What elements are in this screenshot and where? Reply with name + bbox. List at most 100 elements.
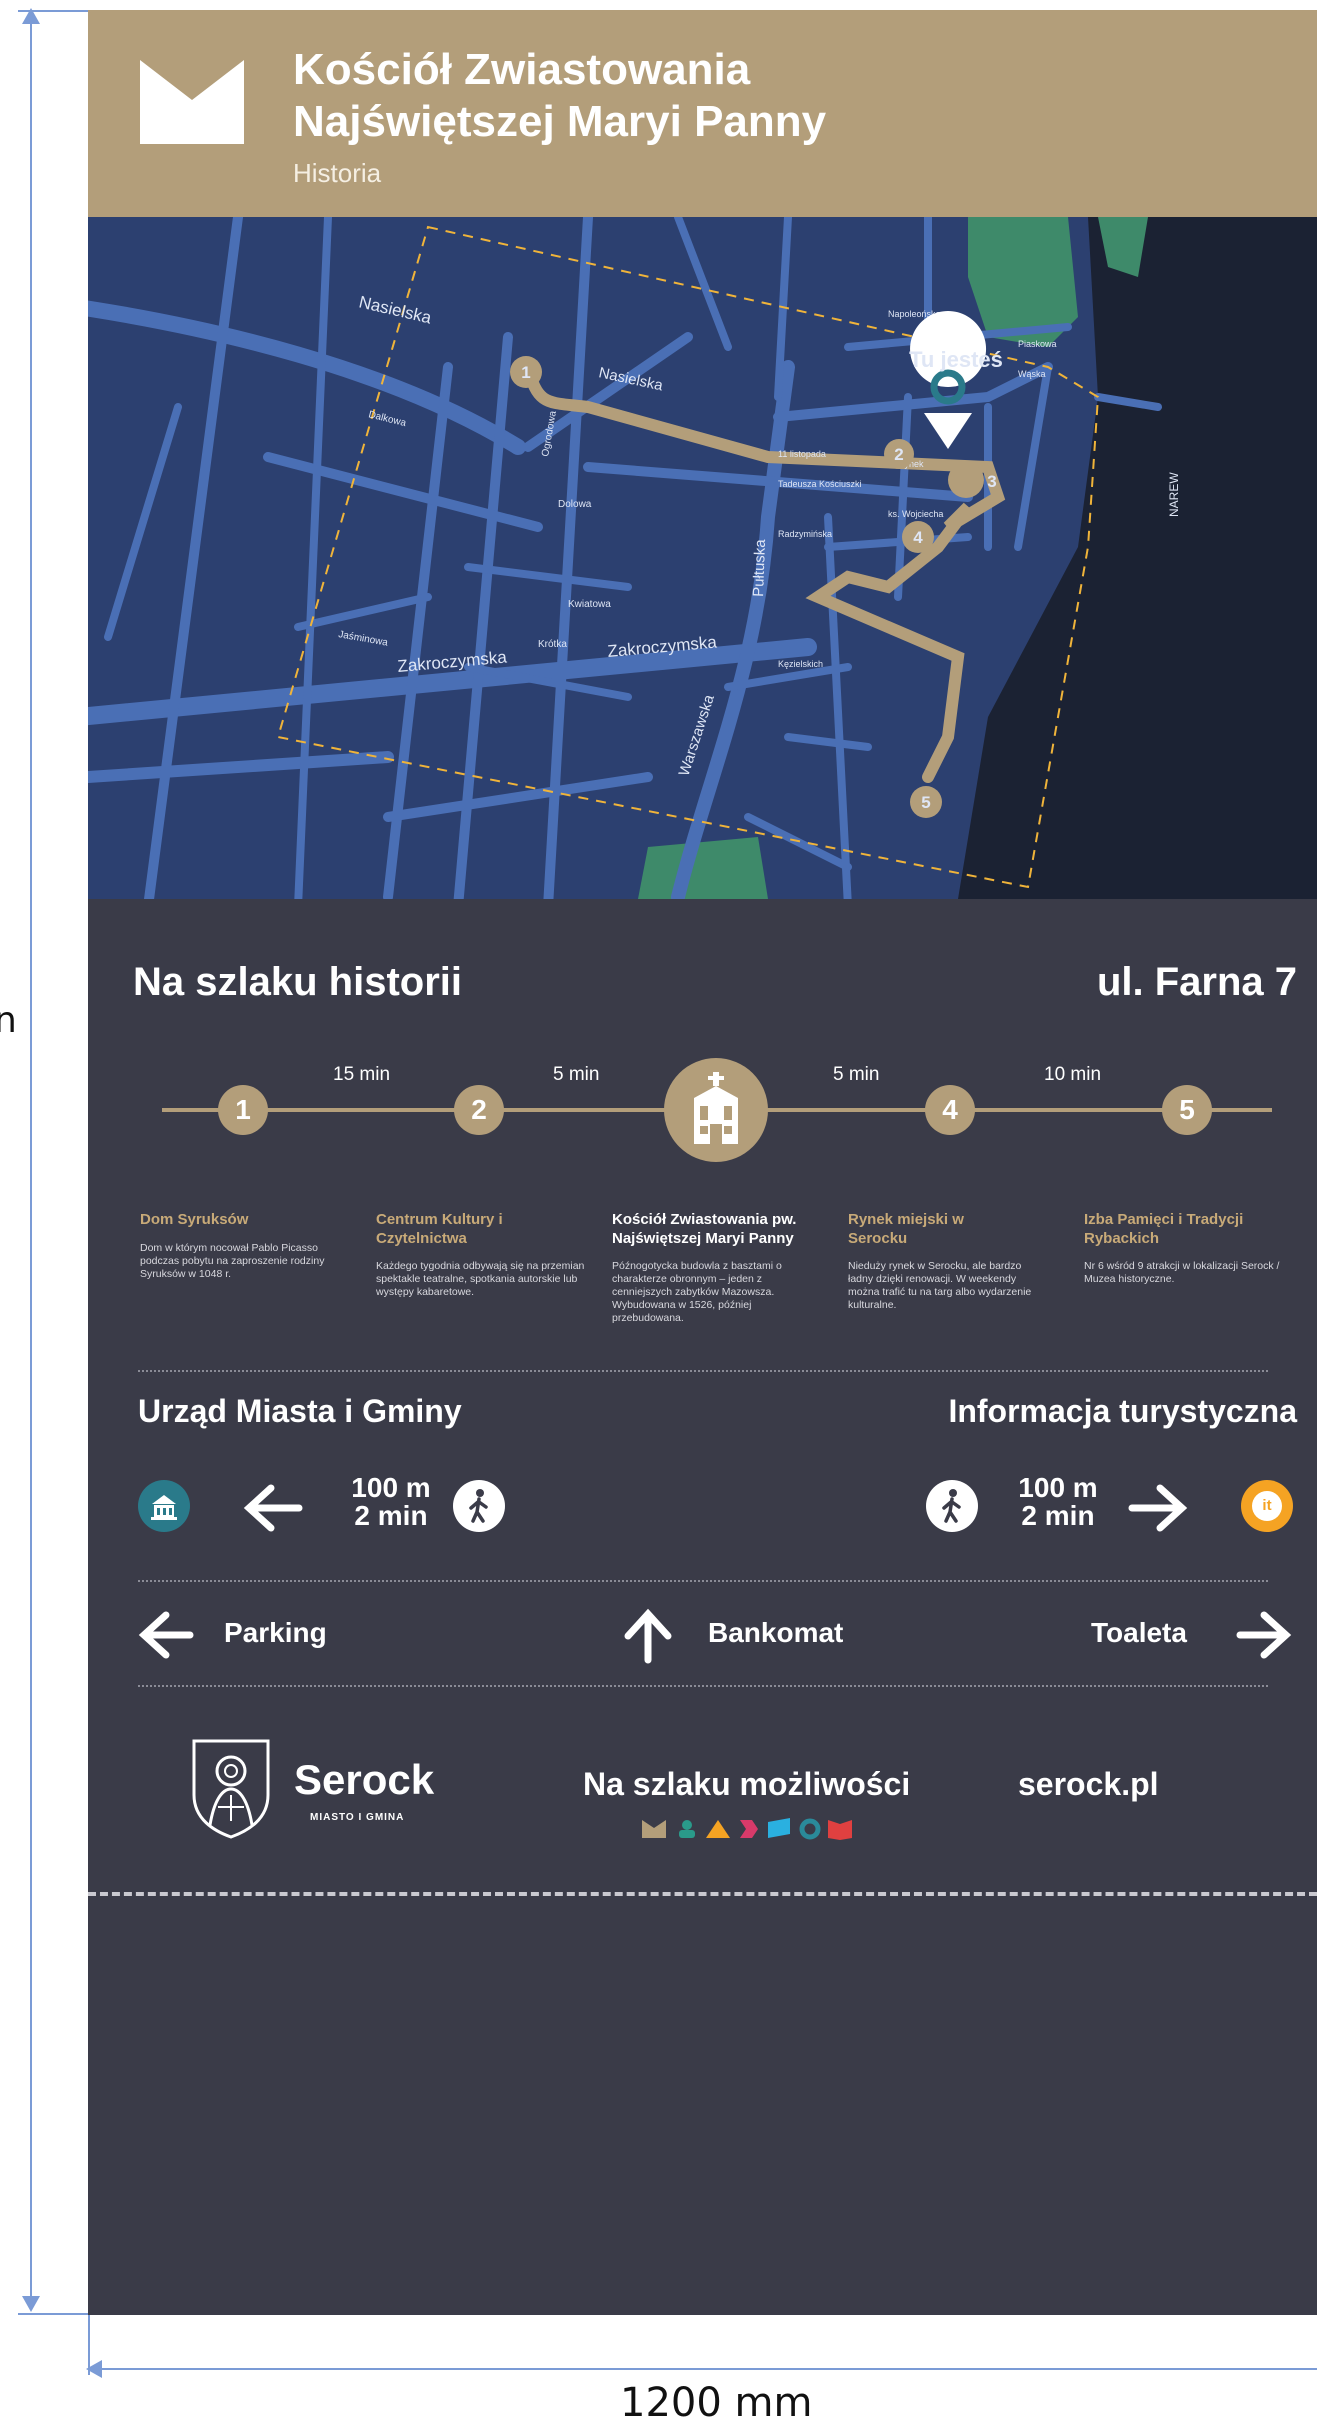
time-label: 5 min [833, 1064, 880, 1085]
website[interactable]: serock.pl [1018, 1766, 1159, 1803]
m-logo-icon [140, 60, 244, 144]
brand-name: Serock [294, 1756, 435, 1803]
trail-node-2: 2 [454, 1085, 504, 1135]
tent-icon [706, 1820, 730, 1838]
slogan-icons [642, 1818, 852, 1840]
route-marker-label: 5 [921, 793, 930, 812]
divider [138, 1580, 1268, 1582]
chevron-icon [740, 1820, 758, 1838]
church-icon [694, 1072, 738, 1144]
river-label: NAREW [1167, 472, 1181, 517]
time-label: 10 min [1044, 1064, 1102, 1085]
trail-address: ul. Farna 7 [1096, 960, 1297, 1004]
location-pin-icon [910, 311, 987, 449]
street-line [464, 563, 632, 591]
street-label: Piaskowa [1018, 339, 1057, 349]
slogan: Na szlaku możliwości [583, 1766, 911, 1802]
street-line [784, 733, 872, 751]
m-icon [642, 1820, 666, 1838]
atm-label: Bankomat [708, 1617, 844, 1648]
stop-title: Kościół Zwiastowania pw. Najświętszej Ma… [612, 1211, 797, 1247]
tourist-info-icon: it [1241, 1480, 1293, 1532]
urzad-title: Urząd Miasta i Gminy [138, 1393, 462, 1429]
route-marker-label: 3 [987, 472, 996, 491]
stop-title: Izba Pamięci i Tradycji Rybackich [1084, 1211, 1244, 1247]
street-label: 11 listopada [778, 449, 826, 459]
parking-label: Parking [224, 1617, 327, 1648]
street-label: Jaśminowa [337, 629, 389, 649]
street-line [773, 362, 1053, 422]
stop-desc: Nr 6 wśród 9 atrakcji w lokalizacji Sero… [1084, 1260, 1280, 1285]
street-label: Krótka [538, 639, 567, 650]
page-title-line1: Kościół Zwiastowania [293, 45, 751, 94]
height-dimension-label: n [0, 1000, 17, 1041]
stop-desc: Nieduży rynek w Serocku, ale bardzo ładn… [848, 1260, 1032, 1311]
height-dimension-line [22, 8, 40, 2312]
stop-title: Rynek miejski w Serocku [848, 1211, 964, 1247]
street-label: Wąska [1018, 369, 1046, 379]
info-time: 2 min [1021, 1500, 1095, 1531]
stop-desc: Każdego tygodnia odbywają się na przemia… [376, 1260, 585, 1298]
cut-line [88, 1892, 1317, 1896]
route-marker-label: 4 [913, 528, 923, 547]
brand-subtitle: MIASTO I GMINA [310, 1812, 405, 1823]
street-label: Nasielska [357, 292, 434, 327]
route-marker-label: 2 [894, 445, 903, 464]
street-label: Kwiatowa [568, 599, 611, 610]
sign-panel: Kościół Zwiastowania Najświętszej Maryi … [88, 10, 1317, 2315]
street-label: Tadeusza Kościuszki [778, 479, 862, 489]
you-are-here-label: Tu jesteś [909, 347, 1003, 372]
toilet-label: Toaleta [1091, 1617, 1187, 1648]
arrow-right-icon [1236, 1611, 1292, 1659]
trail-node-5: 5 [1162, 1085, 1212, 1135]
time-label: 15 min [333, 1064, 391, 1085]
arrow-up-icon [624, 1608, 672, 1664]
person-icon [682, 1820, 692, 1830]
town-hall-icon [138, 1480, 190, 1532]
flag-icon [768, 1818, 790, 1838]
divider [138, 1370, 1268, 1372]
tourist-info-badge: it [1252, 1491, 1282, 1521]
divider [138, 1685, 1268, 1687]
street-label: Kęzielskich [778, 659, 823, 669]
ring-icon [799, 1818, 821, 1840]
street-line [104, 403, 182, 641]
street-label: Radzymińska [778, 529, 832, 539]
park-area [638, 837, 768, 899]
dimension-tick [18, 10, 88, 12]
street-label: ks. Wojciecha [888, 509, 943, 519]
page-title-line2: Najświętszej Maryi Panny [293, 97, 827, 146]
time-label: 5 min [553, 1064, 600, 1085]
route-marker-3 [948, 462, 984, 498]
width-dimension-line [86, 2360, 1317, 2378]
street-line [1014, 363, 1052, 551]
dimension-tick [18, 2313, 88, 2315]
pedestrian-icon [453, 1480, 505, 1532]
pedestrian-icon [926, 1480, 978, 1532]
street-line [294, 217, 332, 899]
trail-node-current [664, 1058, 768, 1162]
street-line [674, 217, 732, 351]
width-dimension-label: 1200 mm [620, 2380, 813, 2426]
street-label: Dalkowa [367, 409, 407, 429]
stop-title: Centrum Kultury i Czytelnictwa [376, 1211, 503, 1247]
urzad-time: 2 min [354, 1500, 428, 1531]
street-line [543, 217, 593, 899]
arrow-right-icon [1128, 1484, 1188, 1532]
stop-desc: Dom w którym nocował Pablo Picasso podcz… [140, 1242, 325, 1280]
street-label: Pułtuska [750, 538, 769, 597]
route-marker-label: 1 [521, 363, 530, 382]
street-line [88, 751, 394, 783]
info-distance: 100 m [1018, 1472, 1098, 1503]
page-subtitle: Historia [293, 158, 382, 188]
arrow-left-icon [138, 1611, 194, 1659]
street-line [383, 772, 653, 822]
map[interactable]: Nasielska Nasielska Zakroczymska Zakrocz… [88, 217, 1317, 899]
book-icon [828, 1820, 852, 1840]
stop-desc: Późnogotycka budowla z basztami o charak… [612, 1260, 782, 1324]
trail-node-4: 4 [925, 1085, 975, 1135]
header-band: Kościół Zwiastowania Najświętszej Maryi … [88, 10, 1317, 217]
info-title: Informacja turystyczna [948, 1393, 1297, 1429]
trail-node-1: 1 [218, 1085, 268, 1135]
stop-title: Dom Syruksów [140, 1211, 249, 1228]
